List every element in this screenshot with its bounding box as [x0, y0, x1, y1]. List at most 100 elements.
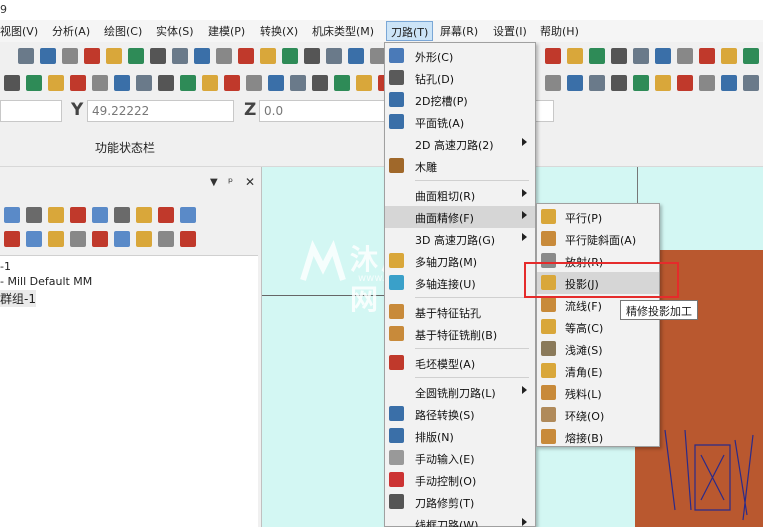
- tb1-tool-icon-0[interactable]: [18, 48, 34, 64]
- tb1-tool-icon-10[interactable]: [238, 48, 254, 64]
- finish-submenu-item-6[interactable]: 浅滩(S): [537, 338, 659, 360]
- tb2-tool-icon-8[interactable]: [180, 75, 196, 91]
- tree-item[interactable]: - Mill Default MM: [0, 275, 92, 288]
- tb1-tool-icon-9[interactable]: [216, 48, 232, 64]
- tb1-tool-icon-2[interactable]: [62, 48, 78, 64]
- toolpath-menu-item-7[interactable]: 曲面精修(F): [385, 206, 535, 228]
- toolpath-menu-item-8[interactable]: 3D 高速刀路(G): [385, 228, 535, 250]
- tb2-tool-icon-0[interactable]: [4, 75, 20, 91]
- tb2-tool-icon-22[interactable]: [633, 75, 649, 91]
- tb2-tool-icon-19[interactable]: [567, 75, 583, 91]
- close-icon[interactable]: ✕: [245, 175, 255, 189]
- menu-item-9[interactable]: 设置(I): [493, 23, 527, 39]
- toolpath-menu-item-12[interactable]: 基于特征铣削(B): [385, 323, 535, 345]
- tb1-tool-icon-12[interactable]: [282, 48, 298, 64]
- tb2-tool-icon-26[interactable]: [721, 75, 737, 91]
- toolpath-menu-item-15[interactable]: 路径转换(S): [385, 403, 535, 425]
- tree-item[interactable]: 群组-1: [0, 290, 36, 307]
- tb1-tool-icon-8[interactable]: [194, 48, 210, 64]
- tb2-tool-icon-21[interactable]: [611, 75, 627, 91]
- toolpath-menu-item-6[interactable]: 曲面粗切(R): [385, 184, 535, 206]
- toolpath-menu-item-0[interactable]: 外形(C): [385, 45, 535, 67]
- tb2-tool-icon-7[interactable]: [158, 75, 174, 91]
- lp2-tool-icon-8[interactable]: [180, 231, 196, 247]
- tb1-tool-icon-25[interactable]: [721, 48, 737, 64]
- y-coord-field[interactable]: 49.22222: [87, 100, 234, 122]
- tb2-tool-icon-1[interactable]: [26, 75, 42, 91]
- tb1-tool-icon-5[interactable]: [128, 48, 144, 64]
- tb2-tool-icon-2[interactable]: [48, 75, 64, 91]
- tb1-tool-icon-13[interactable]: [304, 48, 320, 64]
- menu-item-6[interactable]: 机床类型(M): [312, 23, 374, 39]
- tb2-tool-icon-24[interactable]: [677, 75, 693, 91]
- tb1-tool-icon-7[interactable]: [172, 48, 188, 64]
- menu-item-5[interactable]: 转换(X): [260, 23, 298, 39]
- tb1-tool-icon-3[interactable]: [84, 48, 100, 64]
- lp1-tool-icon-7[interactable]: [158, 207, 174, 223]
- toolpath-menu-item-11[interactable]: 基于特征钻孔: [385, 301, 535, 323]
- lp2-tool-icon-4[interactable]: [92, 231, 108, 247]
- tb1-tool-icon-19[interactable]: [589, 48, 605, 64]
- menu-item-4[interactable]: 建模(P): [208, 23, 245, 39]
- tb2-tool-icon-4[interactable]: [92, 75, 108, 91]
- toolpath-menu-item-1[interactable]: 钻孔(D): [385, 67, 535, 89]
- tb1-tool-icon-15[interactable]: [348, 48, 364, 64]
- tb1-tool-icon-18[interactable]: [567, 48, 583, 64]
- tb2-tool-icon-5[interactable]: [114, 75, 130, 91]
- lp2-tool-icon-7[interactable]: [158, 231, 174, 247]
- toolpath-menu-item-4[interactable]: 2D 高速刀路(2): [385, 133, 535, 155]
- tb1-tool-icon-24[interactable]: [699, 48, 715, 64]
- menu-item-3[interactable]: 实体(S): [156, 23, 194, 39]
- tb1-tool-icon-1[interactable]: [40, 48, 56, 64]
- toolpath-menu-item-14[interactable]: 全圆铣削刀路(L): [385, 381, 535, 403]
- tb1-tool-icon-17[interactable]: [545, 48, 561, 64]
- finish-submenu-item-1[interactable]: 平行陡斜面(A): [537, 228, 659, 250]
- menu-item-2[interactable]: 绘图(C): [104, 23, 142, 39]
- menu-item-8[interactable]: 屏幕(R): [440, 23, 478, 39]
- tb2-tool-icon-25[interactable]: [699, 75, 715, 91]
- tb2-tool-icon-9[interactable]: [202, 75, 218, 91]
- lp2-tool-icon-3[interactable]: [70, 231, 86, 247]
- tb1-tool-icon-11[interactable]: [260, 48, 276, 64]
- tb2-tool-icon-15[interactable]: [334, 75, 350, 91]
- tb2-tool-icon-14[interactable]: [312, 75, 328, 91]
- tb2-tool-icon-10[interactable]: [224, 75, 240, 91]
- tb2-tool-icon-18[interactable]: [545, 75, 561, 91]
- lp1-tool-icon-8[interactable]: [180, 207, 196, 223]
- tb1-tool-icon-26[interactable]: [743, 48, 759, 64]
- toolpath-menu-item-9[interactable]: 多轴刀路(M): [385, 250, 535, 272]
- tb2-tool-icon-11[interactable]: [246, 75, 262, 91]
- toolpath-menu-item-13[interactable]: 毛坯模型(A): [385, 352, 535, 374]
- toolpath-menu-item-10[interactable]: 多轴连接(U): [385, 272, 535, 294]
- tb2-tool-icon-23[interactable]: [655, 75, 671, 91]
- toolpath-menu-item-20[interactable]: 线框刀路(W): [385, 513, 535, 527]
- tb1-tool-icon-14[interactable]: [326, 48, 342, 64]
- tb2-tool-icon-16[interactable]: [356, 75, 372, 91]
- toolpath-menu-item-2[interactable]: 2D挖槽(P): [385, 89, 535, 111]
- lp1-tool-icon-6[interactable]: [136, 207, 152, 223]
- tb1-tool-icon-22[interactable]: [655, 48, 671, 64]
- lp1-tool-icon-4[interactable]: [92, 207, 108, 223]
- finish-submenu-item-8[interactable]: 残料(L): [537, 382, 659, 404]
- toolpath-menu-item-16[interactable]: 排版(N): [385, 425, 535, 447]
- tree-item[interactable]: -1: [0, 260, 11, 273]
- finish-submenu-item-0[interactable]: 平行(P): [537, 206, 659, 228]
- x-coord-field[interactable]: [0, 100, 62, 122]
- tb2-tool-icon-13[interactable]: [290, 75, 306, 91]
- menu-item-10[interactable]: 帮助(H): [540, 23, 579, 39]
- finish-submenu-item-10[interactable]: 熔接(B): [537, 426, 659, 448]
- finish-submenu-item-9[interactable]: 环绕(O): [537, 404, 659, 426]
- lp2-tool-icon-2[interactable]: [48, 231, 64, 247]
- tb2-tool-icon-12[interactable]: [268, 75, 284, 91]
- finish-submenu-item-7[interactable]: 清角(E): [537, 360, 659, 382]
- toolpath-menu-item-3[interactable]: 平面铣(A): [385, 111, 535, 133]
- tb2-tool-icon-20[interactable]: [589, 75, 605, 91]
- lp2-tool-icon-0[interactable]: [4, 231, 20, 247]
- lp1-tool-icon-1[interactable]: [26, 207, 42, 223]
- lp1-tool-icon-0[interactable]: [4, 207, 20, 223]
- toolpath-menu-item-5[interactable]: 木雕: [385, 155, 535, 177]
- lp1-tool-icon-2[interactable]: [48, 207, 64, 223]
- menu-item-0[interactable]: 视图(V): [0, 23, 38, 39]
- menu-item-7[interactable]: 刀路(T): [386, 21, 434, 41]
- panel-dropdown-icon[interactable]: ▼: [210, 177, 218, 188]
